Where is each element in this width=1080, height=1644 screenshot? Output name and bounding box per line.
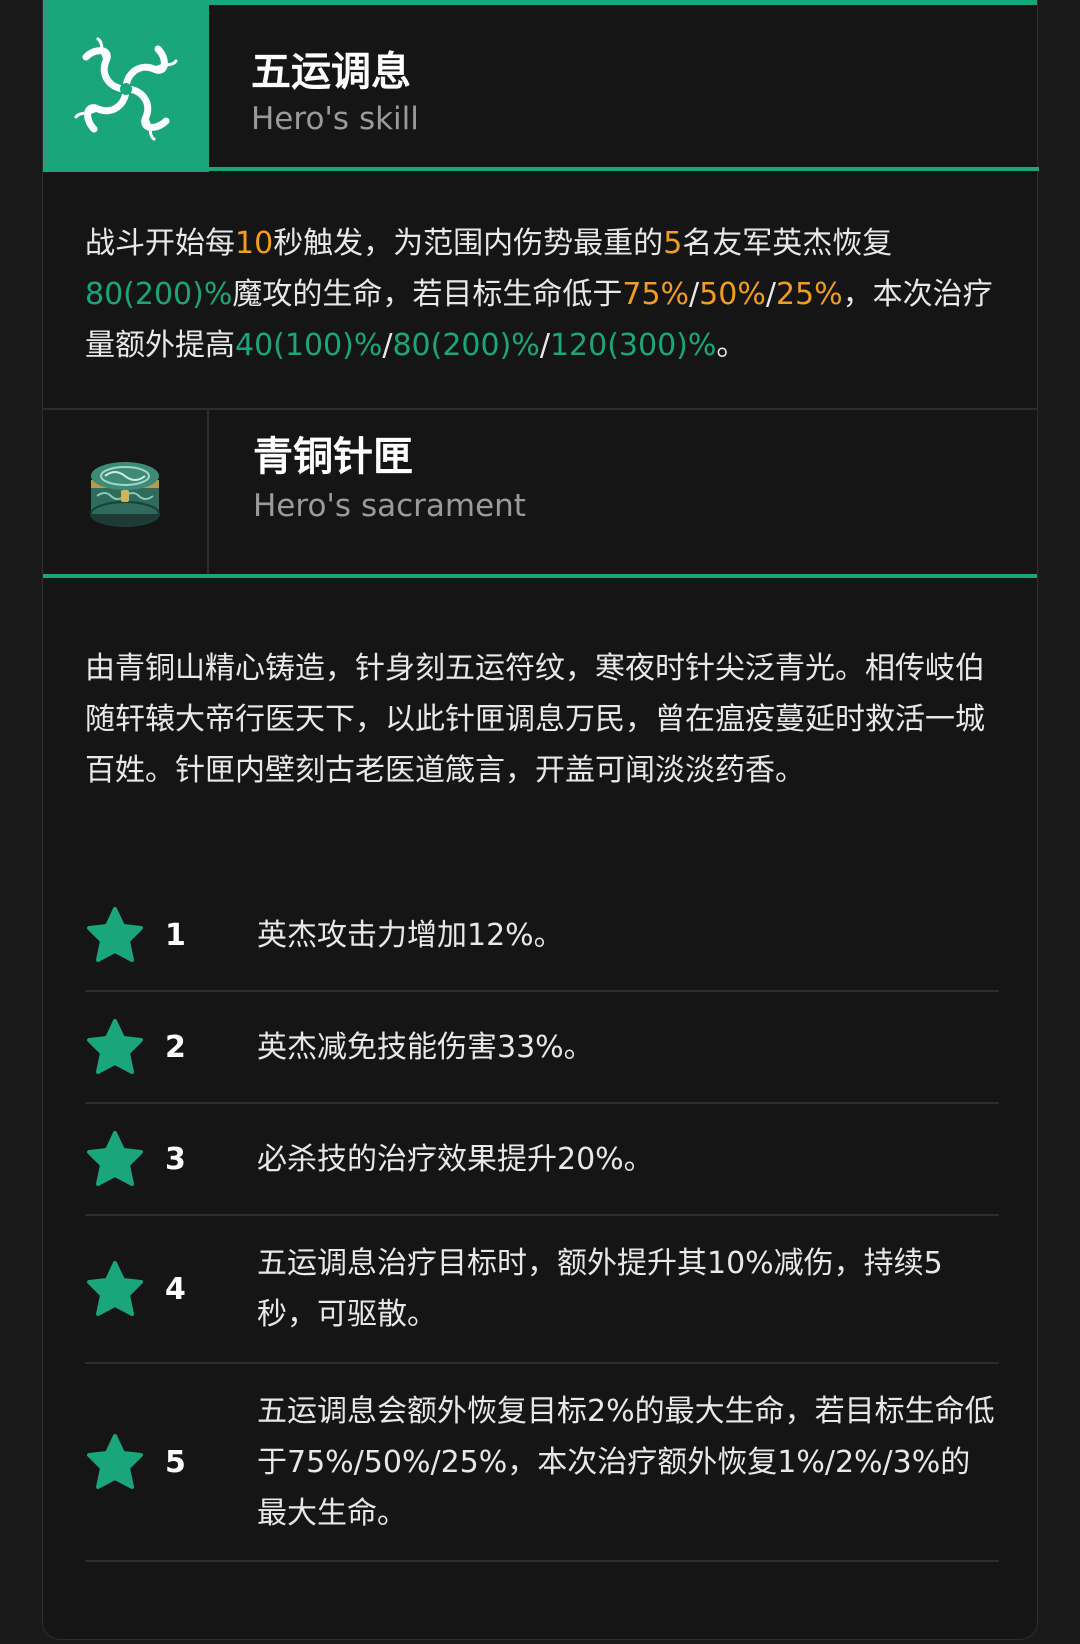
sacrament-subtitle: Hero's sacrament: [253, 488, 526, 524]
sacrament-description: 由青铜山精心铸造，针身刻五运符纹，寒夜时针尖泛青光。相传岐伯随轩辕大帝行医天下，…: [85, 651, 985, 788]
description-text: 魔攻的生命，若目标生命低于: [232, 277, 623, 312]
highlight-value: 75%: [622, 277, 690, 312]
perk-text: 五运调息治疗目标时，额外提升其10%减伤，持续5秒，可驱散。: [257, 1246, 943, 1332]
skill-underline: [209, 167, 1039, 171]
perk-text: 英杰攻击力增加12%。: [257, 917, 564, 953]
description-text: 。: [716, 328, 747, 363]
skill-icon-box: [43, 5, 209, 172]
description-text: /: [539, 328, 550, 363]
skill-subtitle: Hero's skill: [251, 101, 419, 137]
sacrament-icon-box: [43, 410, 209, 574]
perk-text: 五运调息会额外恢复目标2%的最大生命，若目标生命低于75%/50%/25%，本次…: [257, 1393, 995, 1531]
sacrament-title: 青铜针匣: [253, 434, 413, 480]
star-icon: [85, 905, 145, 965]
perk-level: 1: [165, 917, 186, 953]
scaling-value: 80(200)%: [392, 328, 540, 363]
star-icon: [85, 1259, 145, 1319]
perk-row: 3 必杀技的治疗效果提升20%。: [85, 1104, 999, 1216]
perk-level: 2: [165, 1029, 186, 1065]
perk-row: 1 英杰攻击力增加12%。: [85, 880, 999, 992]
description-text: 名友军英杰恢复: [682, 226, 893, 261]
perk-text: 必杀技的治疗效果提升20%。: [257, 1141, 654, 1177]
perk-level: 4: [165, 1271, 186, 1307]
description-text: /: [382, 328, 393, 363]
skill-card: 五运调息 Hero's skill 战斗开始每10秒触发，为范围内伤势最重的5名…: [42, 0, 1039, 1640]
sacrament-underline: [43, 574, 1037, 578]
perk-row: 5 五运调息会额外恢复目标2%的最大生命，若目标生命低于75%/50%/25%，本…: [85, 1364, 999, 1562]
perk-text: 英杰减免技能伤害33%。: [257, 1029, 594, 1065]
perk-row: 2 英杰减免技能伤害33%。: [85, 992, 999, 1104]
skill-title: 五运调息: [251, 49, 411, 95]
scaling-value: 40(100)%: [235, 328, 383, 363]
star-icon: [85, 1432, 145, 1492]
highlight-value: 50%: [699, 277, 766, 312]
description-text: 秒触发，为范围内伤势最重的: [273, 226, 664, 261]
scaling-value: 120(300)%: [549, 328, 717, 363]
perk-level: 5: [165, 1444, 186, 1480]
description-text: 战斗开始每: [85, 226, 235, 261]
skill-header: 五运调息 Hero's skill: [43, 5, 1037, 172]
skill-description: 战斗开始每10秒触发，为范围内伤势最重的5名友军英杰恢复80(200)%魔攻的生…: [85, 218, 1005, 371]
highlight-value: 5: [663, 226, 683, 261]
description-text: /: [689, 277, 700, 312]
star-icon: [85, 1129, 145, 1189]
swirl-wind-icon: [74, 37, 178, 140]
perk-level: 3: [165, 1141, 186, 1177]
perk-list: 1 英杰攻击力增加12%。 2 英杰减免技能伤害33%。 3 必杀技的治疗效果提升20%。…: [85, 880, 999, 1562]
perk-row: 4 五运调息治疗目标时，额外提升其10%减伤，持续5秒，可驱散。: [85, 1216, 999, 1364]
highlight-value: 25%: [775, 277, 843, 312]
bronze-box-icon: [90, 462, 160, 527]
scaling-value: 80(200)%: [85, 277, 233, 312]
highlight-value: 10: [235, 226, 274, 261]
star-icon: [85, 1017, 145, 1077]
sacrament-header: 青铜针匣 Hero's sacrament: [43, 410, 1037, 574]
description-text: /: [765, 277, 776, 312]
